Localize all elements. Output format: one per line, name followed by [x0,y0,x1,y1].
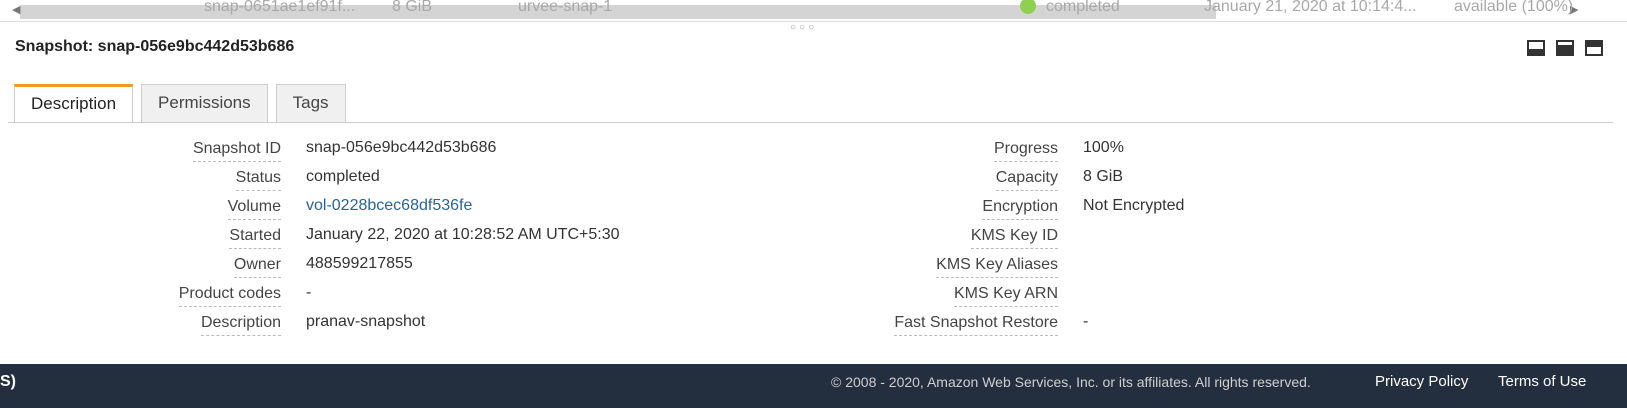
detail-value: snap-056e9bc442d53b686 [306,139,497,156]
horizontal-scrollbar[interactable] [20,5,1216,19]
detail-label: Started [229,227,281,249]
tab-divider [8,122,1613,123]
detail-value: 8 GiB [1083,168,1124,185]
detail-value: - [306,284,312,301]
footer: S) © 2008 - 2020, Amazon Web Services, I… [0,364,1627,408]
row-started: January 21, 2020 at 10:14:4... [1204,0,1417,15]
detail-label: KMS Key Aliases [936,256,1058,278]
detail-kms-key-id: KMS Key ID [800,227,1058,251]
tab-permissions[interactable]: Permissions [141,84,268,122]
detail-value: Not Encrypted [1083,197,1185,214]
resize-handle-icon[interactable]: ○○○ [790,23,817,33]
detail-tabs: Description Permissions Tags [14,84,346,123]
detail-product-codes: Product codes [0,285,281,309]
detail-label: Status [235,169,281,191]
row-snapshot-id: snap-0651ae1ef91f... [204,0,356,15]
detail-label: Volume [227,198,281,220]
detail-label: Encryption [982,198,1058,220]
page-title: Snapshot: snap-056e9bc442d53b686 [15,38,295,55]
detail-kms-key-arn: KMS Key ARN [800,285,1058,309]
row-size: 8 GiB [392,0,433,15]
detail-label: KMS Key ARN [953,285,1058,307]
detail-label: Owner [233,256,281,278]
privacy-policy-link[interactable]: Privacy Policy [1375,373,1468,390]
detail-progress: Progress [800,140,1058,164]
detail-label: Capacity [995,169,1058,191]
terms-of-use-link[interactable]: Terms of Use [1498,373,1586,390]
detail-owner: Owner [0,256,281,280]
detail-label: Description [200,314,281,336]
detail-fast-snapshot-restore: Fast Snapshot Restore [800,314,1058,338]
detail-capacity: Capacity [800,169,1058,193]
detail-kms-key-aliases: KMS Key Aliases [800,256,1058,280]
layout-split-icon[interactable] [1556,40,1574,56]
layout-bottom-icon[interactable] [1527,40,1545,56]
volume-link[interactable]: vol-0228bcec68df536fe [306,197,472,221]
detail-status: Status [0,169,281,193]
detail-snapshot-id: Snapshot ID [0,140,281,164]
detail-label: Progress [993,140,1058,162]
detail-started: Started [0,227,281,251]
detail-value: January 22, 2020 at 10:28:52 AM UTC+5:30 [306,226,620,243]
detail-value: - [1083,313,1089,330]
scroll-left-icon[interactable]: ◀ [12,3,20,17]
footer-fragment: S) [0,373,16,390]
detail-value: completed [306,168,380,185]
tab-description[interactable]: Description [14,84,134,123]
row-progress: available (100%) [1454,0,1574,15]
layout-top-icon[interactable] [1585,40,1603,56]
detail-value: 488599217855 [306,255,413,272]
row-status: completed [1046,0,1120,15]
detail-label: Fast Snapshot Restore [894,314,1058,336]
row-description: urvee-snap-1 [518,0,613,15]
detail-label: KMS Key ID [970,227,1058,249]
detail-label: Snapshot ID [192,140,281,162]
layout-toggle-group [1527,40,1603,56]
detail-label: Product codes [178,285,281,307]
copyright-text: © 2008 - 2020, Amazon Web Services, Inc.… [831,374,1311,390]
snapshot-list-row[interactable]: ◀ ▶ snap-0651ae1ef91f... 8 GiB urvee-sna… [0,0,1627,20]
detail-value: pranav-snapshot [306,313,426,330]
detail-description: Description [0,314,281,338]
detail-volume: Volume [0,198,281,222]
tab-tags[interactable]: Tags [275,84,346,122]
detail-encryption: Encryption [800,198,1058,222]
detail-value: 100% [1083,139,1124,156]
